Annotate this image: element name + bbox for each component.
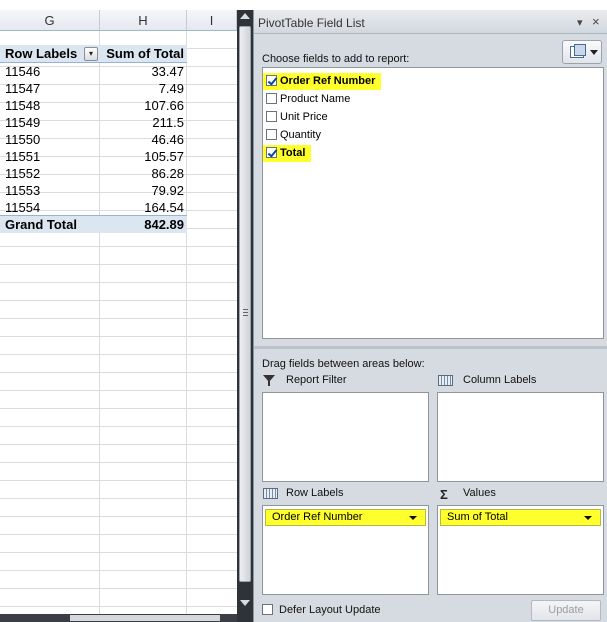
field-label: Order Ref Number — [280, 75, 376, 87]
chevron-down-icon — [590, 50, 598, 55]
report-filter-area[interactable] — [262, 392, 429, 482]
defer-layout-update[interactable]: Defer Layout Update — [262, 604, 381, 617]
pivot-row[interactable]: 11547 7.49 — [0, 80, 187, 98]
pivot-row[interactable]: 11549 211.5 — [0, 114, 187, 132]
scroll-down-arrow-icon[interactable] — [240, 600, 250, 606]
row-label[interactable]: 11549 — [5, 114, 100, 132]
drag-fields-label: Drag fields between areas below: — [262, 358, 425, 370]
column-labels-grid-icon — [438, 375, 453, 386]
values-label: Values — [463, 487, 496, 499]
grand-total-row[interactable]: Grand Total 842.89 — [0, 215, 187, 233]
field-list[interactable]: Order Ref Number Product Name Unit Price… — [262, 67, 604, 339]
pivot-row[interactable]: 11550 46.46 — [0, 131, 187, 149]
scroll-up-arrow-icon[interactable] — [240, 13, 250, 19]
values-area[interactable]: Sum of Total — [437, 505, 604, 595]
field-label: Quantity — [280, 129, 321, 141]
pivot-row[interactable]: 11551 105.57 — [0, 148, 187, 166]
sigma-icon: Σ — [440, 487, 448, 502]
field-checkbox[interactable] — [266, 75, 277, 86]
panel-title-bar[interactable]: PivotTable Field List ▾ × — [254, 10, 607, 34]
close-icon[interactable]: × — [592, 14, 600, 29]
row-labels-label: Row Labels — [286, 487, 344, 499]
row-value[interactable]: 211.5 — [100, 114, 184, 132]
row-labels-area[interactable]: Order Ref Number — [262, 505, 429, 595]
row-labels-grid-icon — [263, 488, 278, 499]
row-field-order-ref-number[interactable]: Order Ref Number — [265, 509, 426, 526]
field-label: Product Name — [280, 93, 351, 105]
field-checkbox[interactable] — [266, 93, 277, 104]
field-order-ref-number[interactable]: Order Ref Number — [263, 73, 382, 90]
field-quantity[interactable]: Quantity — [263, 127, 327, 144]
column-header-h[interactable]: H — [100, 10, 187, 31]
column-header-i[interactable]: I — [187, 10, 237, 31]
row-label[interactable]: 11551 — [5, 148, 100, 166]
field-checkbox[interactable] — [266, 147, 277, 158]
defer-checkbox[interactable] — [262, 604, 273, 615]
field-unit-price[interactable]: Unit Price — [263, 109, 334, 126]
panel-options-chevron-down-icon[interactable]: ▾ — [577, 16, 583, 29]
field-checkbox[interactable] — [266, 111, 277, 122]
column-labels-area[interactable] — [437, 392, 604, 482]
horizontal-scroll-thumb[interactable] — [70, 615, 220, 621]
pivot-field-list-panel: PivotTable Field List ▾ × Choose fields … — [253, 10, 607, 622]
worksheet[interactable]: G H I Row Labels ▾ Sum of Total 11546 33… — [0, 0, 237, 622]
row-value[interactable]: 105.57 — [100, 148, 184, 166]
update-button[interactable]: Update — [531, 600, 601, 621]
column-header-g[interactable]: G — [0, 10, 100, 31]
pivot-row[interactable]: 11548 107.66 — [0, 97, 187, 115]
report-filter-label: Report Filter — [286, 374, 347, 386]
field-checkbox[interactable] — [266, 129, 277, 140]
pivot-row[interactable]: 11546 33.47 — [0, 63, 187, 81]
field-list-layout-button[interactable] — [562, 40, 602, 64]
row-label[interactable]: 11552 — [5, 165, 100, 183]
value-field-sum-of-total[interactable]: Sum of Total — [440, 509, 601, 526]
row-field-label: Order Ref Number — [272, 511, 363, 523]
layout-icon — [570, 44, 586, 58]
column-labels-label: Column Labels — [463, 374, 537, 386]
row-label[interactable]: 11550 — [5, 131, 100, 149]
row-value[interactable]: 79.92 — [100, 182, 184, 200]
row-label[interactable]: 11547 — [5, 80, 100, 98]
chevron-down-icon[interactable] — [409, 516, 417, 520]
choose-fields-label: Choose fields to add to report: — [262, 53, 410, 65]
row-label[interactable]: 11553 — [5, 182, 100, 200]
defer-label: Defer Layout Update — [279, 604, 381, 616]
row-value[interactable]: 33.47 — [100, 63, 184, 81]
chevron-down-icon[interactable] — [584, 516, 592, 520]
vertical-scrollbar[interactable] — [237, 10, 253, 622]
row-label[interactable]: 11548 — [5, 97, 100, 115]
grand-total-value[interactable]: 842.89 — [100, 216, 184, 234]
value-field-label: Sum of Total — [447, 511, 508, 523]
filter-icon — [263, 375, 275, 386]
grand-total-label[interactable]: Grand Total — [5, 216, 100, 234]
row-value[interactable]: 7.49 — [100, 80, 184, 98]
panel-title: PivotTable Field List — [258, 16, 365, 30]
row-value[interactable]: 86.28 — [100, 165, 184, 183]
panel-splitter[interactable] — [254, 346, 607, 349]
field-label: Unit Price — [280, 111, 328, 123]
vertical-scroll-thumb[interactable] — [239, 26, 251, 582]
field-label: Total — [280, 147, 306, 159]
row-labels-filter-button[interactable]: ▾ — [84, 47, 98, 61]
field-total[interactable]: Total — [263, 145, 312, 162]
pivot-row[interactable]: 11553 79.92 — [0, 182, 187, 200]
sum-of-total-header[interactable]: Sum of Total — [100, 45, 184, 63]
field-product-name[interactable]: Product Name — [263, 91, 356, 108]
row-value[interactable]: 107.66 — [100, 97, 184, 115]
pivot-row[interactable]: 11552 86.28 — [0, 165, 187, 183]
pivot-header-row[interactable]: Row Labels ▾ Sum of Total — [0, 45, 187, 63]
grip-icon — [243, 309, 248, 316]
horizontal-scrollbar[interactable] — [0, 614, 237, 622]
row-value[interactable]: 46.46 — [100, 131, 184, 149]
row-label[interactable]: 11546 — [5, 63, 100, 81]
